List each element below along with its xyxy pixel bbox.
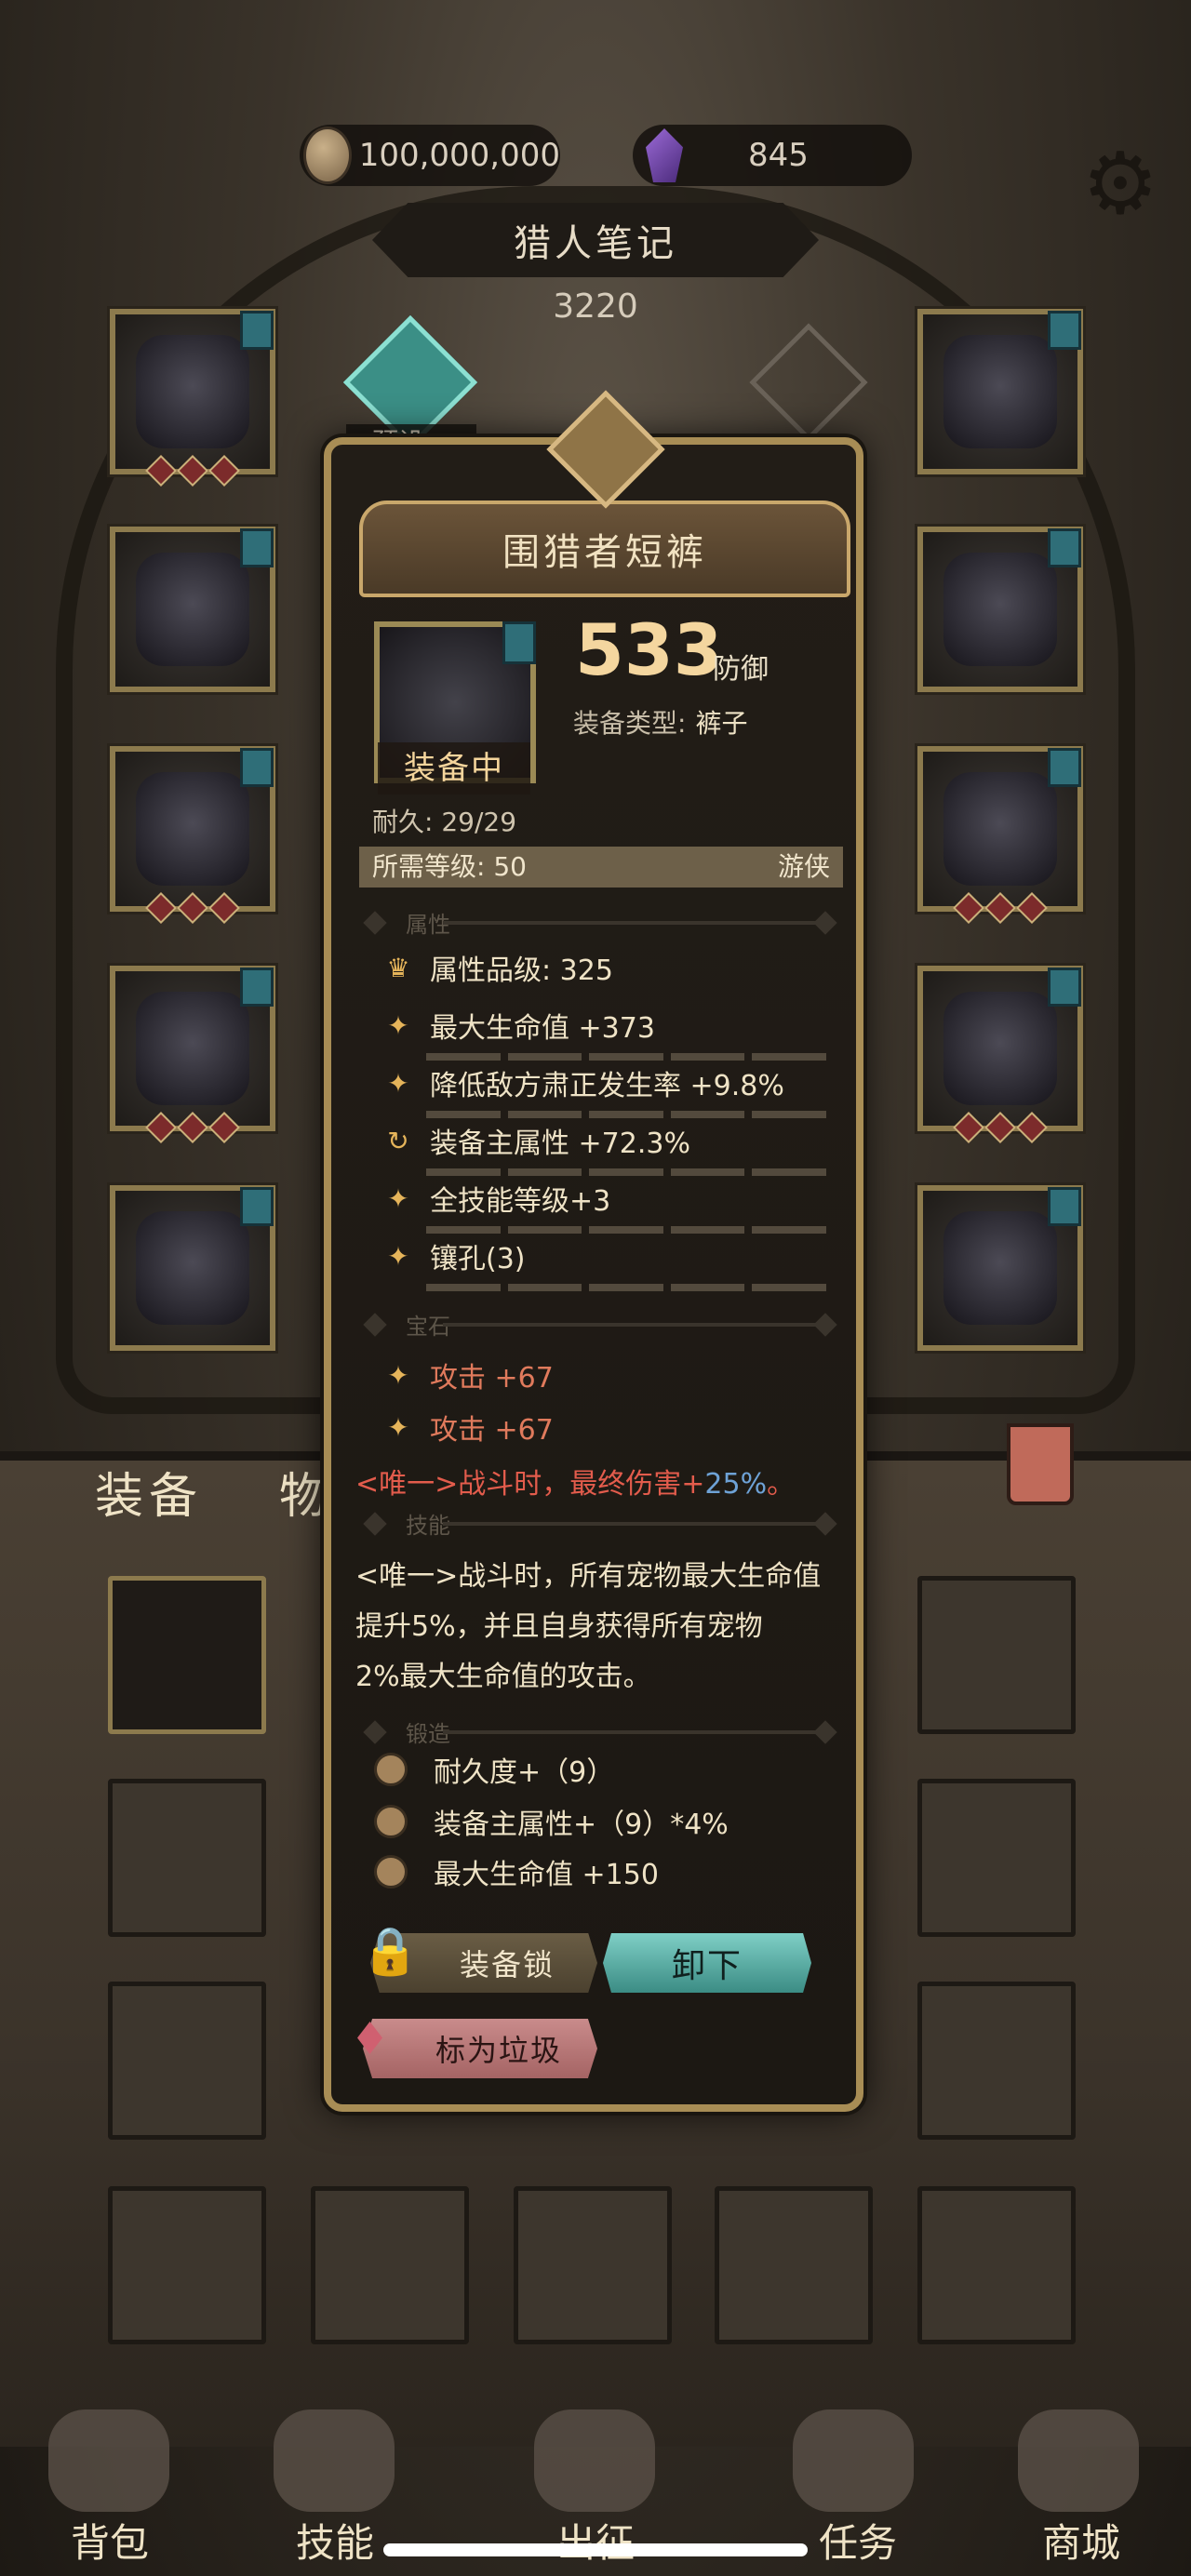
requirement-bar: 所需等级: 50 游侠 — [359, 847, 843, 888]
equip-slot-amulet[interactable] — [915, 524, 1086, 695]
nav-expedition[interactable]: 出征 — [521, 2512, 670, 2569]
durability: 耐久: 29/29 — [372, 807, 517, 837]
inventory-slot[interactable] — [108, 1779, 266, 1937]
unique-effect: <唯一>战斗时，最终伤害+25%。 — [355, 1468, 796, 1501]
attribute-row: ✦ 全技能等级+3 — [380, 1178, 845, 1234]
star-icon: ✦ — [387, 1182, 409, 1214]
attribute-row: ✦ 镶孔(3) — [380, 1235, 845, 1291]
inventory-slot[interactable] — [311, 2186, 469, 2344]
junk-icon: ♦ — [350, 2013, 391, 2065]
gem-amount: 845 — [748, 137, 809, 174]
gem-display: 845 — [633, 125, 912, 186]
inventory-slot[interactable] — [917, 1779, 1076, 1937]
equip-slot-ring[interactable] — [915, 743, 1086, 924]
gem-icon — [646, 128, 683, 182]
gem-row: ✦ 攻击 +67 — [380, 1407, 845, 1448]
forge-bullet-icon — [374, 1855, 408, 1889]
forge-row: 耐久度+（9） — [374, 1749, 614, 1790]
quests-icon — [793, 2409, 914, 2512]
nav-bag[interactable]: 背包 — [35, 2512, 184, 2569]
attribute-row: ✦ 降低敌方肃正发生率 +9.8% — [380, 1062, 845, 1118]
gold-display: 100,000,000 — [300, 125, 560, 186]
item-detail-popup: 围猎者短裤 装备中 533 防御 装备类型: 裤子 耐久: 29/29 所需等级:… — [324, 390, 863, 2112]
tab-equipment[interactable]: 装备 — [95, 1457, 203, 1527]
inventory-slot[interactable] — [108, 1982, 266, 2140]
home-indicator — [383, 2543, 808, 2556]
gold-amount: 100,000,000 — [358, 137, 560, 174]
skill-description: <唯一>战斗时，所有宠物最大生命值 提升5%，并且自身获得所有宠物 2%最大生命… — [355, 1560, 822, 1693]
power-score: 3220 — [553, 287, 638, 326]
forge-bullet-icon — [374, 1805, 408, 1838]
inventory-slot[interactable] — [917, 1982, 1076, 2140]
equip-slot-helmet[interactable] — [107, 306, 278, 487]
equip-slot-necklace[interactable] — [915, 306, 1086, 477]
inventory-slot[interactable] — [917, 2186, 1076, 2344]
grade-icon: ♛ — [386, 952, 410, 983]
defense-value: 533 — [575, 608, 723, 691]
star-icon: ✦ — [387, 1240, 409, 1272]
inventory-slot[interactable] — [514, 2186, 672, 2344]
refresh-icon: ↻ — [387, 1125, 409, 1156]
defense-label: 防御 — [713, 653, 769, 686]
item-name: 围猎者短裤 — [359, 501, 850, 597]
lock-icon: 🔒 — [361, 1924, 420, 1978]
nav-skills[interactable]: 技能 — [261, 2512, 409, 2569]
star-icon: ✦ — [387, 1359, 409, 1391]
inventory-slot-locked[interactable] — [108, 1576, 266, 1734]
inventory-slot[interactable] — [715, 2186, 873, 2344]
nav-shop[interactable]: 商城 — [1007, 2512, 1156, 2569]
forge-bullet-icon — [374, 1753, 408, 1786]
star-icon: ✦ — [387, 1067, 409, 1099]
equip-slot-pants[interactable] — [107, 963, 278, 1143]
required-class: 游侠 — [777, 851, 830, 882]
page-title: 猎人笔记 — [372, 203, 819, 277]
equip-slot-talisman[interactable] — [915, 963, 1086, 1143]
attribute-row: ↻ 装备主属性 +72.3% — [380, 1120, 845, 1176]
equip-slot-gloves[interactable] — [107, 743, 278, 924]
inventory-slot[interactable] — [108, 2186, 266, 2344]
section-attributes: 属性 — [359, 906, 843, 940]
star-icon: ✦ — [387, 1009, 409, 1041]
forge-row: 装备主属性+（9）*4% — [374, 1801, 729, 1842]
equip-slot-weapon[interactable] — [915, 1182, 1086, 1354]
section-forge: 锻造 — [359, 1715, 843, 1749]
expedition-icon — [534, 2409, 655, 2512]
shop-icon — [1018, 2409, 1139, 2512]
equip-slot-boots[interactable] — [107, 1182, 278, 1354]
gem-row: ✦ 攻击 +67 — [380, 1355, 845, 1395]
equip-slot-shoulders[interactable] — [107, 524, 278, 695]
attribute-row: ✦ 最大生命值 +373 — [380, 1005, 845, 1061]
section-skill: 技能 — [359, 1507, 843, 1541]
forge-row: 最大生命值 +150 — [374, 1851, 659, 1892]
settings-gear-icon[interactable]: ⚙ — [1076, 140, 1165, 229]
coin-icon — [303, 127, 352, 184]
attribute-grade: ♛ 属性品级: 325 — [380, 947, 845, 988]
star-icon: ✦ — [387, 1411, 409, 1443]
section-gems: 宝石 — [359, 1308, 843, 1341]
nav-quests[interactable]: 任务 — [783, 2512, 932, 2569]
item-type: 装备类型: 裤子 — [573, 708, 748, 739]
skills-icon — [274, 2409, 395, 2512]
bag-icon — [48, 2409, 169, 2512]
required-level: 所需等级: 50 — [372, 851, 527, 882]
equipped-status: 装备中 — [378, 742, 530, 794]
unequip-button[interactable]: 卸下 — [603, 1933, 811, 1993]
trash-icon[interactable] — [1007, 1423, 1074, 1505]
inventory-slot[interactable] — [917, 1576, 1076, 1734]
